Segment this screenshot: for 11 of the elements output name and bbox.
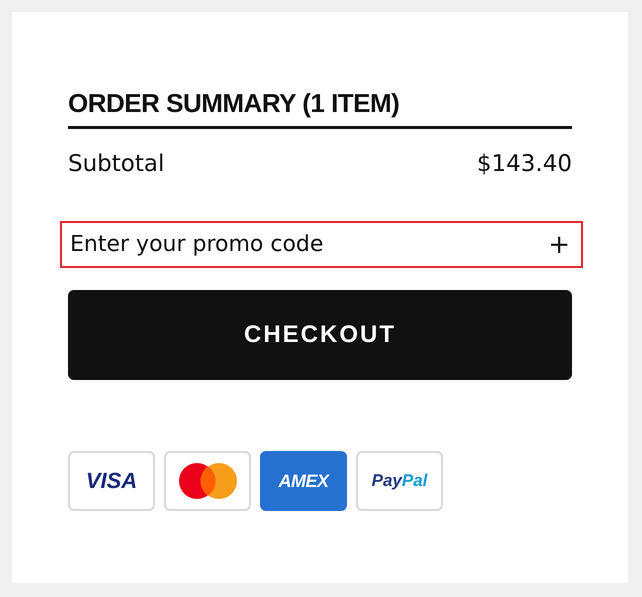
card-brand-text: VISA [86,468,138,494]
checkout-button[interactable]: CHECKOUT [68,290,572,380]
promo-label: Enter your promo code [70,232,324,257]
subtotal-label: Subtotal [68,151,164,177]
overlapping-circles-icon [176,462,238,500]
promo-code-toggle[interactable]: Enter your promo code + [60,221,583,268]
expand-icon: + [548,230,570,260]
card-brand-text: AMEX [278,470,328,492]
section-title: ORDER SUMMARY (1 ITEM) [68,88,572,129]
card-brand-text: PayPal [372,471,428,491]
subtotal-value: $143.40 [476,151,572,177]
